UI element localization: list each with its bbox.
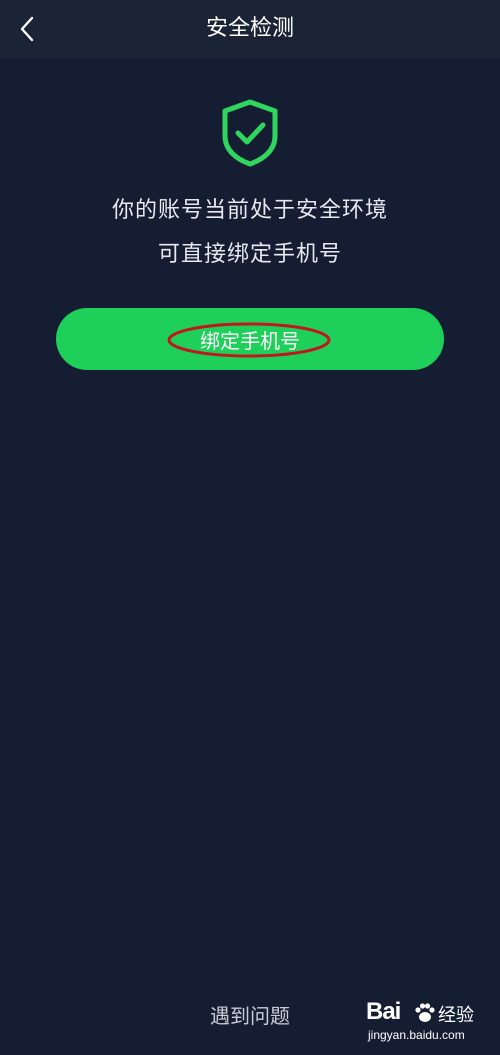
bind-hint-text: 可直接绑定手机号 [157, 242, 342, 267]
shield-check-icon [222, 99, 278, 167]
top-bar: 安全检测 [0, 0, 500, 58]
watermark-url: jingyan.baidu.com [368, 1028, 465, 1042]
security-check-screen: 安全检测 你的账号当前处于安全环境 可直接绑定手机号 绑定手机号 遇到问题 Ba… [0, 0, 500, 1055]
bind-phone-button[interactable]: 绑定手机号 [56, 308, 444, 370]
watermark-brand-cn: 经验 [438, 1005, 474, 1026]
bind-phone-label: 绑定手机号 [200, 328, 300, 353]
paw-icon [415, 1003, 435, 1022]
baidu-jingyan-watermark: Bai 经验 jingyan.baidu.com [366, 998, 486, 1048]
page-title: 安全检测 [205, 16, 294, 41]
watermark-brand: Bai [366, 998, 401, 1025]
security-status-text: 你的账号当前处于安全环境 [111, 198, 388, 223]
